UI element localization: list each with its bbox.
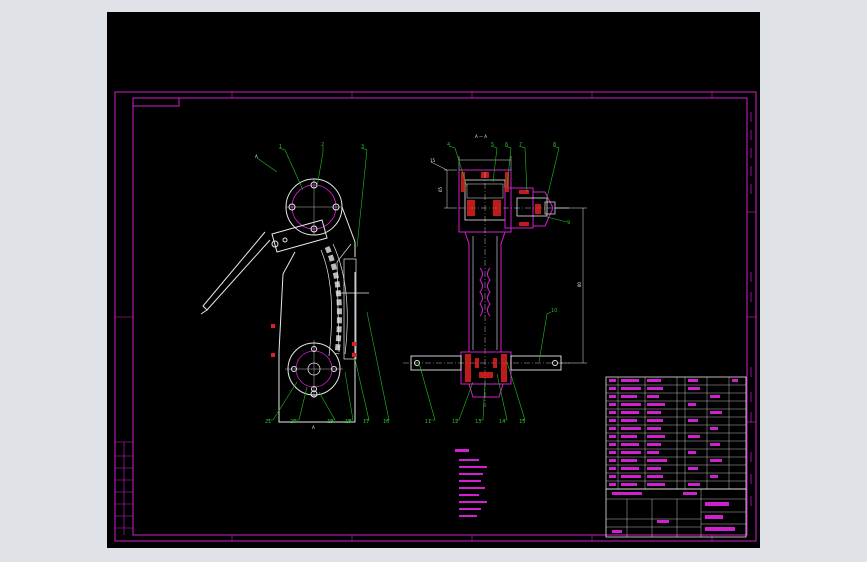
right-view-section: A — A 65 80 15 4 5 6 7 8 9 10 11 12 13 1… bbox=[403, 134, 587, 425]
balloon-15: 15 bbox=[519, 419, 525, 425]
dimension-length: 80 bbox=[577, 281, 582, 287]
upper-gear-box bbox=[458, 169, 569, 233]
balloon-9: 9 bbox=[567, 220, 570, 226]
balloon-7: 7 bbox=[519, 142, 522, 148]
dimension-height: 65 bbox=[438, 186, 443, 192]
section-label: A — A bbox=[475, 134, 487, 139]
balloon-14: 14 bbox=[499, 419, 505, 425]
balloon-1: 1 bbox=[279, 144, 282, 150]
view-marker-label: A bbox=[312, 425, 315, 430]
balloon-13: 13 bbox=[475, 419, 481, 425]
technical-notes bbox=[455, 449, 487, 517]
mechanical-drawing: 1 2 3 21 20 19 18 17 16 A A A — A 65 80 … bbox=[114, 91, 757, 542]
left-view-balloons: 1 2 3 21 20 19 18 17 16 bbox=[265, 142, 389, 425]
balloon-6: 6 bbox=[505, 142, 508, 148]
balloon-18: 18 bbox=[345, 419, 351, 425]
chain-links bbox=[320, 243, 348, 357]
svg-text:A: A bbox=[255, 154, 258, 159]
cad-viewport[interactable]: 1 2 3 21 20 19 18 17 16 A A A — A 65 80 … bbox=[107, 12, 760, 548]
balloon-16: 16 bbox=[383, 419, 389, 425]
balloon-2: 2 bbox=[321, 142, 324, 148]
parts-list-table bbox=[605, 376, 747, 490]
dimension-offset: 15 bbox=[430, 158, 436, 163]
title-block bbox=[605, 488, 747, 538]
balloon-17: 17 bbox=[363, 419, 369, 425]
balloon-5: 5 bbox=[491, 142, 494, 148]
balloon-20: 20 bbox=[290, 419, 296, 425]
balloon-3: 3 bbox=[361, 144, 364, 150]
left-view-assembly: 1 2 3 21 20 19 18 17 16 A A bbox=[200, 142, 389, 430]
balloon-4: 4 bbox=[447, 142, 450, 148]
lower-shaft-housing bbox=[403, 351, 569, 398]
balloon-19: 19 bbox=[327, 419, 333, 425]
balloon-21: 21 bbox=[265, 419, 271, 425]
balloon-10: 10 bbox=[551, 308, 557, 314]
balloon-12: 12 bbox=[452, 419, 458, 425]
drawing-frame bbox=[114, 91, 757, 542]
balloon-8: 8 bbox=[553, 142, 556, 148]
balloon-11: 11 bbox=[425, 419, 431, 425]
